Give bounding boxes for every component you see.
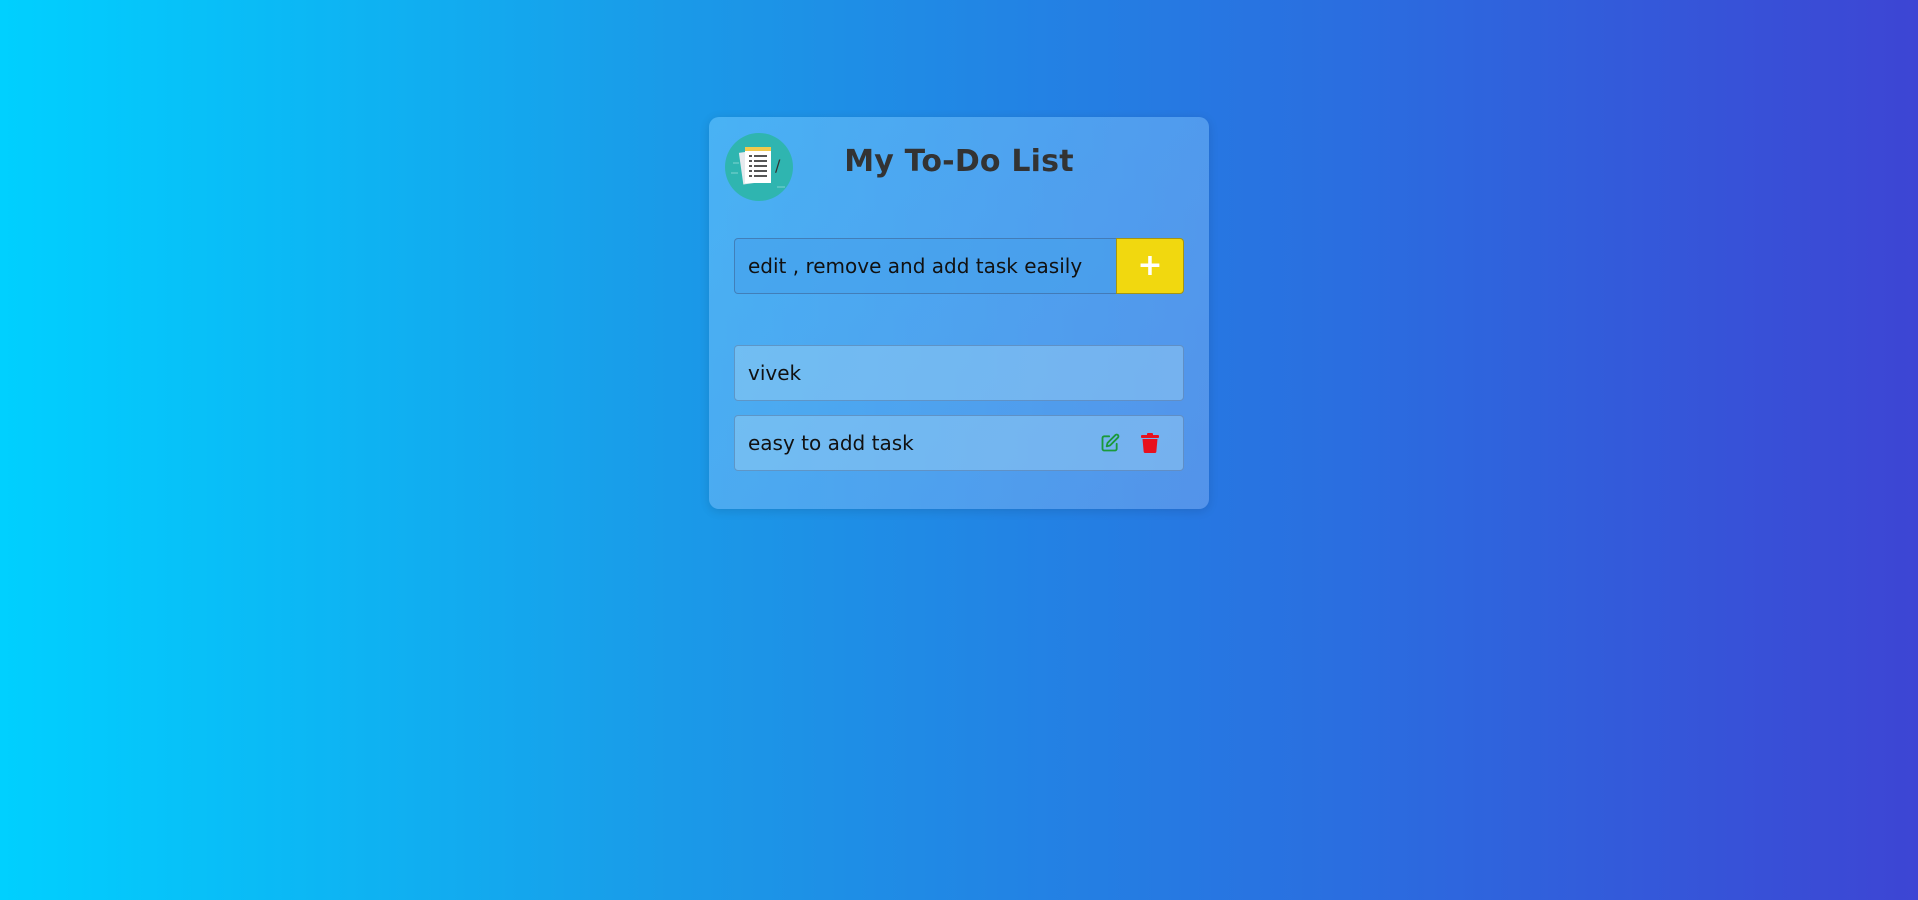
add-task-button[interactable]: + — [1116, 238, 1184, 294]
task-list: vivek easy to add task — [734, 345, 1184, 485]
task-text: easy to add task — [748, 431, 914, 455]
task-item[interactable]: easy to add task — [734, 415, 1184, 471]
trash-icon[interactable] — [1139, 432, 1161, 454]
edit-icon[interactable] — [1099, 432, 1121, 454]
task-item[interactable]: vivek — [734, 345, 1184, 401]
task-text: vivek — [748, 361, 802, 385]
task-input[interactable] — [734, 238, 1116, 294]
add-task-row: + — [734, 238, 1184, 294]
page-title: My To-Do List — [844, 144, 1074, 179]
todo-card: / My To-Do List + vivek easy to add task — [709, 117, 1209, 509]
task-actions — [1099, 432, 1170, 454]
